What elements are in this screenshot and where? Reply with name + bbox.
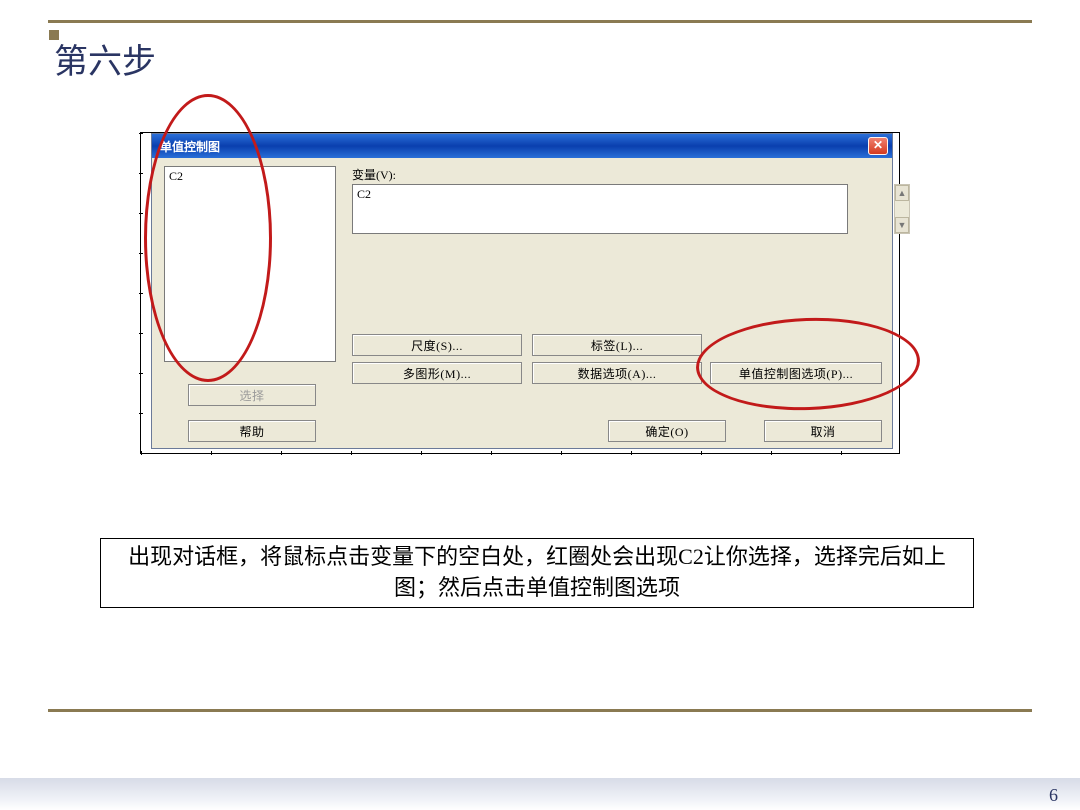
label-button[interactable]: 标签(L)...: [532, 334, 702, 356]
footer-shadow: 6: [0, 778, 1080, 810]
variable-input[interactable]: C2: [352, 184, 848, 234]
variable-label: 变量(V):: [352, 166, 396, 183]
ruler-horizontal: [141, 451, 899, 455]
help-button[interactable]: 帮助: [188, 420, 316, 442]
top-rule: [48, 20, 1032, 23]
scroll-track[interactable]: [895, 201, 909, 217]
dialog-title-text: 单值控制图: [156, 138, 868, 155]
chart-options-button[interactable]: 单值控制图选项(P)...: [710, 362, 882, 384]
ok-button[interactable]: 确定(O): [608, 420, 726, 442]
scale-button[interactable]: 尺度(S)...: [352, 334, 522, 356]
scroll-down-icon[interactable]: ▼: [895, 217, 909, 233]
ruler-vertical: [139, 133, 143, 453]
dialog-body: C2 变量(V): C2 ▲ ▼ 尺度(S)... 标签(L)... 多图形(M…: [152, 158, 892, 448]
variable-scrollbar[interactable]: ▲ ▼: [894, 184, 910, 234]
dialog-titlebar[interactable]: 单值控制图 ✕: [152, 134, 892, 158]
close-icon[interactable]: ✕: [868, 137, 888, 155]
column-listbox[interactable]: C2: [164, 166, 336, 362]
page-number: 6: [1049, 785, 1058, 806]
caption-box: 出现对话框，将鼠标点击变量下的空白处，红圈处会出现C2让你选择，选择完后如上图；…: [100, 538, 974, 608]
caption-text: 出现对话框，将鼠标点击变量下的空白处，红圈处会出现C2让你选择，选择完后如上图；…: [113, 542, 961, 604]
scroll-up-icon[interactable]: ▲: [895, 185, 909, 201]
multi-chart-button[interactable]: 多图形(M)...: [352, 362, 522, 384]
screenshot-frame: 单值控制图 ✕ C2 变量(V): C2 ▲ ▼ 尺度(S)... 标签(L).…: [140, 132, 900, 454]
dialog-individual-control-chart: 单值控制图 ✕ C2 变量(V): C2 ▲ ▼ 尺度(S)... 标签(L).…: [151, 133, 893, 449]
slide-title: 第六步: [54, 34, 156, 83]
data-options-button[interactable]: 数据选项(A)...: [532, 362, 702, 384]
bottom-rule: [48, 709, 1032, 712]
cancel-button[interactable]: 取消: [764, 420, 882, 442]
select-button: 选择: [188, 384, 316, 406]
